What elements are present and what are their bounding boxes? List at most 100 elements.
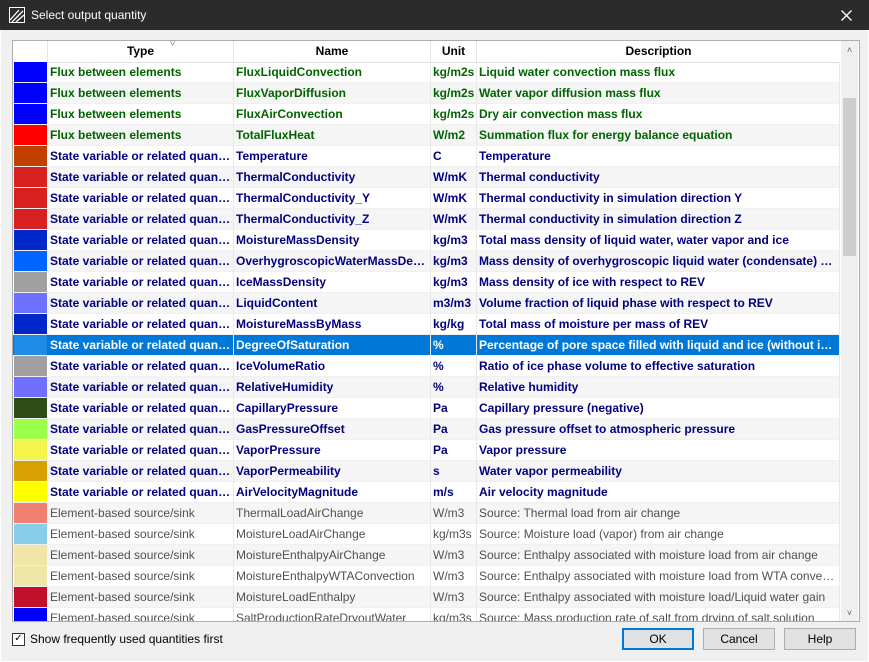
unit-cell: kg/m3 [431,230,477,251]
color-column-header[interactable] [13,41,48,62]
scroll-down-button[interactable]: ˅ [841,604,858,621]
type-cell: Element-based source/sink [48,503,234,524]
table-row[interactable]: State variable or related quantity Overhy… [13,251,840,272]
table-row[interactable]: State variable or related quantity VaporP… [13,461,840,482]
table-row[interactable]: State variable or related quantity IceMas… [13,272,840,293]
table-row[interactable]: State variable or related quantity Moistu… [13,314,840,335]
table-body: Flux between elements FluxLiquidConvectio… [13,62,840,621]
app-icon [9,7,25,23]
unit-cell: C [431,146,477,167]
table-row[interactable]: Flux between elements FluxLiquidConvectio… [13,62,840,83]
type-cell: Element-based source/sink [48,566,234,587]
name-cell: IceMassDensity [234,272,431,293]
chevron-up-icon: ˄ [846,44,853,55]
description-cell: Liquid water convection mass flux [477,62,840,83]
checkmark-icon: ✓ [14,633,23,644]
table-row[interactable]: Element-based source/sink ThermalLoadAirC… [13,503,840,524]
quantity-table[interactable]: Type ▽ Name Unit Description Flux betwee… [12,40,860,622]
name-cell: VaporPressure [234,440,431,461]
cancel-button[interactable]: Cancel [703,628,775,650]
table-row[interactable]: State variable or related quantity Degree… [13,335,840,356]
table-row[interactable]: Element-based source/sink MoistureEnthalp… [13,545,840,566]
name-cell: ThermalConductivity_Z [234,209,431,230]
name-cell: GasPressureOffset [234,419,431,440]
unit-cell: W/m2 [431,125,477,146]
table-row[interactable]: Element-based source/sink MoistureLoadEnt… [13,587,840,608]
table-row[interactable]: State variable or related quantity GasPre… [13,419,840,440]
help-button[interactable]: Help [784,628,856,650]
unit-cell: Pa [431,398,477,419]
close-icon [840,9,852,21]
unit-cell: kg/m2s [431,83,477,104]
color-swatch [14,83,47,103]
name-cell: SaltProductionRateDryoutWater [234,608,431,621]
name-cell: AirVelocityMagnitude [234,482,431,503]
description-cell: Summation flux for energy balance equati… [477,125,840,146]
table-row[interactable]: State variable or related quantity VaporP… [13,440,840,461]
name-cell: MoistureMassByMass [234,314,431,335]
table-row[interactable]: Flux between elements TotalFluxHeat W/m2 Su… [13,125,840,146]
name-column-header[interactable]: Name [234,41,431,62]
name-cell: MoistureEnthalpyWTAConvection [234,566,431,587]
table-row[interactable]: State variable or related quantity Moistu… [13,230,840,251]
color-swatch [14,293,47,313]
description-cell: Source: Moisture load (vapor) from air c… [477,524,840,545]
type-column-header[interactable]: Type ▽ [48,41,234,62]
type-cell: State variable or related quantity [48,356,234,377]
unit-cell: W/mK [431,167,477,188]
color-swatch [14,104,47,124]
frequent-first-checkbox[interactable]: ✓ [12,632,25,646]
name-cell: ThermalConductivity [234,167,431,188]
color-swatch [14,503,47,523]
description-cell: Ratio of ice phase volume to effective s… [477,356,840,377]
table-row[interactable]: State variable or related quantity Therma… [13,209,840,230]
table-row[interactable]: State variable or related quantity Therma… [13,188,840,209]
table-row[interactable]: State variable or related quantity AirVel… [13,482,840,503]
type-cell: State variable or related quantity [48,293,234,314]
frequent-first-toggle[interactable]: ✓ Show frequently used quantities first [12,631,223,647]
name-cell: Temperature [234,146,431,167]
table-header: Type ▽ Name Unit Description [13,41,840,63]
description-cell: Temperature [477,146,840,167]
unit-cell: kg/kg [431,314,477,335]
ok-button[interactable]: OK [622,628,694,650]
table-row[interactable]: Element-based source/sink SaltProductionR… [13,608,840,621]
table-row[interactable]: State variable or related quantity Therma… [13,167,840,188]
color-swatch [14,125,47,145]
description-cell: Source: Mass production rate of salt fro… [477,608,840,621]
unit-column-header[interactable]: Unit [431,41,477,62]
close-button[interactable] [823,0,869,30]
scroll-up-button[interactable]: ˄ [841,41,858,58]
frequent-first-label: Show frequently used quantities first [30,632,223,646]
scrollbar-thumb[interactable] [843,98,856,256]
color-swatch [14,461,47,481]
type-cell: Flux between elements [48,83,234,104]
description-column-header[interactable]: Description [477,41,840,62]
color-swatch [14,398,47,418]
name-cell: DegreeOfSaturation [234,335,431,356]
name-cell: VaporPermeability [234,461,431,482]
unit-cell: % [431,356,477,377]
color-swatch [14,419,47,439]
unit-cell: W/m3 [431,587,477,608]
table-row[interactable]: Flux between elements FluxAirConvection kg… [13,104,840,125]
color-swatch [14,209,47,229]
table-row[interactable]: State variable or related quantity Capill… [13,398,840,419]
description-cell: Gas pressure offset to atmospheric press… [477,419,840,440]
unit-cell: kg/m3 [431,272,477,293]
table-row[interactable]: State variable or related quantity Relati… [13,377,840,398]
table-row[interactable]: Element-based source/sink MoistureLoadAir… [13,524,840,545]
color-swatch [14,482,47,502]
table-row[interactable]: State variable or related quantity Temper… [13,146,840,167]
table-row[interactable]: State variable or related quantity Liquid… [13,293,840,314]
unit-cell: s [431,461,477,482]
name-cell: IceVolumeRatio [234,356,431,377]
table-row[interactable]: Flux between elements FluxVaporDiffusion k… [13,83,840,104]
table-row[interactable]: State variable or related quantity IceVol… [13,356,840,377]
vertical-scrollbar[interactable]: ˄ ˅ [841,41,858,621]
unit-cell: % [431,377,477,398]
table-row[interactable]: Element-based source/sink MoistureEnthalp… [13,566,840,587]
type-cell: State variable or related quantity [48,314,234,335]
name-cell: MoistureLoadAirChange [234,524,431,545]
unit-cell: kg/m3s [431,524,477,545]
